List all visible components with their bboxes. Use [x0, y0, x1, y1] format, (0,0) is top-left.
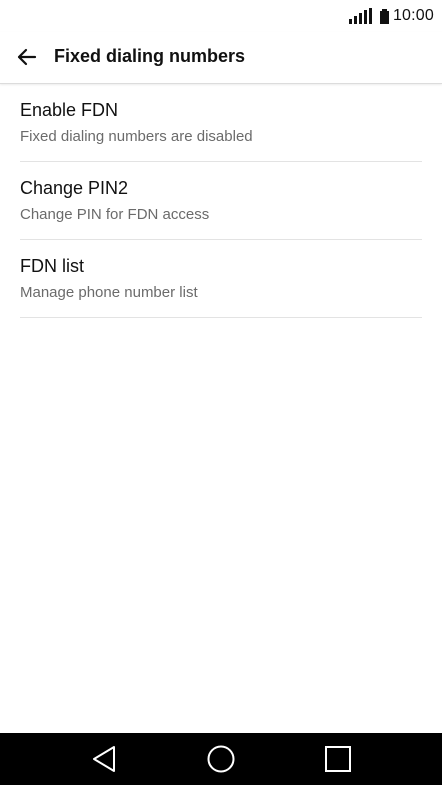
home-circle-icon — [207, 745, 235, 773]
nav-back-button[interactable] — [86, 741, 122, 777]
setting-summary: Change PIN for FDN access — [20, 206, 210, 223]
setting-title: Change PIN2 — [20, 178, 129, 198]
setting-summary: Manage phone number list — [20, 284, 198, 301]
page-title: Fixed dialing numbers — [54, 46, 246, 66]
status-icons: 10:00 — [348, 6, 434, 26]
setting-title: FDN list — [20, 256, 84, 276]
setting-fdn-list[interactable]: FDN list Manage phone number list — [20, 240, 422, 318]
recents-square-icon — [325, 746, 351, 772]
setting-change-pin2[interactable]: Change PIN2 Change PIN for FDN access — [20, 162, 422, 240]
navigation-bar — [0, 733, 442, 785]
setting-title: Enable FDN — [20, 100, 119, 120]
back-button[interactable] — [8, 38, 46, 76]
status-time: 10:00 — [392, 7, 434, 24]
setting-summary: Fixed dialing numbers are disabled — [20, 128, 253, 145]
back-triangle-icon — [93, 746, 115, 772]
app-bar: Fixed dialing numbers — [0, 32, 442, 84]
nav-home-button[interactable] — [203, 741, 239, 777]
arrow-left-icon — [17, 48, 37, 66]
signal-icon — [348, 8, 372, 24]
battery-icon — [379, 8, 389, 24]
nav-recents-button[interactable] — [320, 741, 356, 777]
settings-list: Enable FDN Fixed dialing numbers are dis… — [0, 84, 442, 318]
setting-enable-fdn[interactable]: Enable FDN Fixed dialing numbers are dis… — [20, 84, 422, 162]
status-bar: 10:00 — [0, 0, 442, 32]
